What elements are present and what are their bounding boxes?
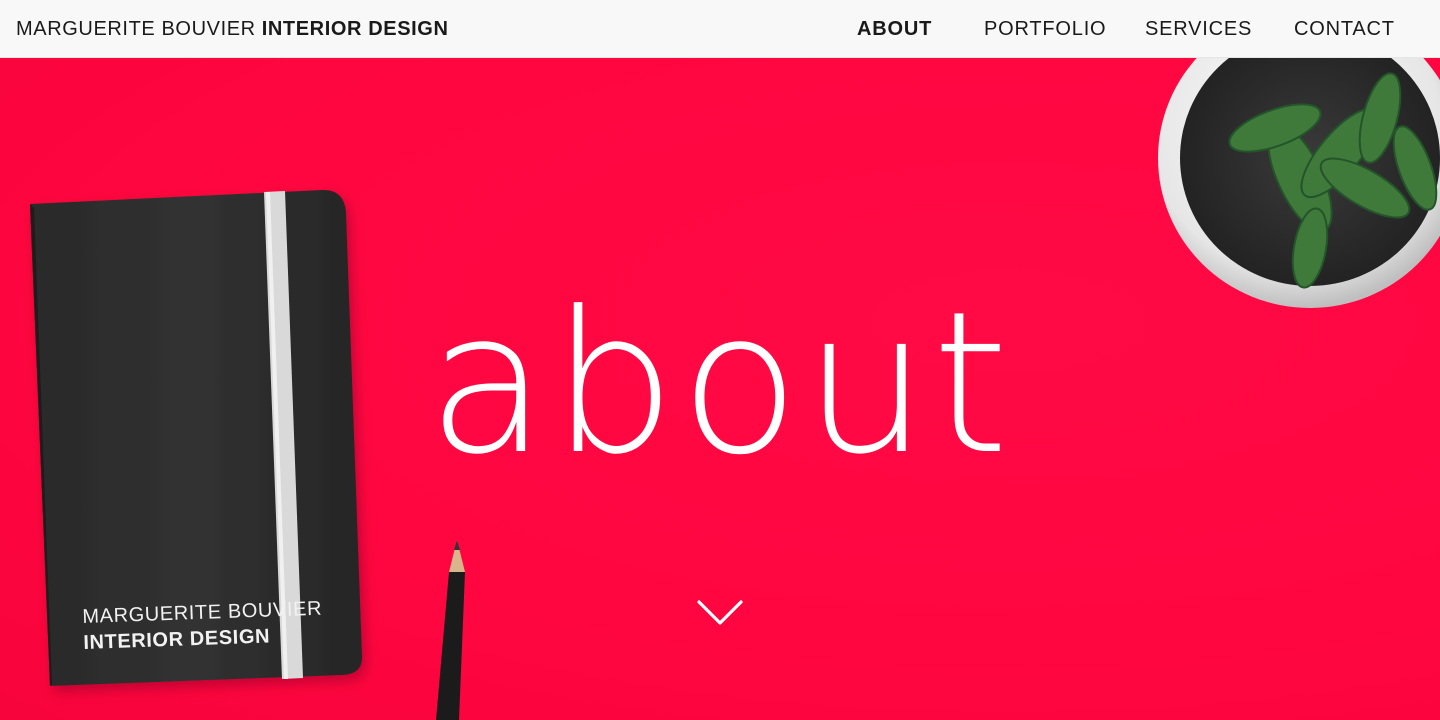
nav-services[interactable]: SERVICES	[1145, 0, 1252, 58]
brand-suffix: INTERIOR DESIGN	[261, 17, 449, 40]
page-title: about	[427, 270, 1013, 498]
top-navbar: MARGUERITE BOUVIER INTERIOR DESIGN ABOUT…	[0, 0, 1440, 58]
nav-contact[interactable]: CONTACT	[1294, 0, 1395, 58]
cactus-plant-image	[1158, 58, 1440, 308]
brand-logo-link[interactable]: MARGUERITE BOUVIER INTERIOR DESIGN	[16, 0, 449, 58]
nav-portfolio[interactable]: PORTFOLIO	[984, 0, 1106, 58]
chevron-down-icon[interactable]	[696, 596, 744, 628]
hero-section: MARGUERITE BOUVIER INTERIOR DESIGN about	[0, 58, 1440, 720]
nav-about[interactable]: ABOUT	[857, 0, 932, 58]
brand-name: MARGUERITE BOUVIER	[16, 17, 256, 40]
